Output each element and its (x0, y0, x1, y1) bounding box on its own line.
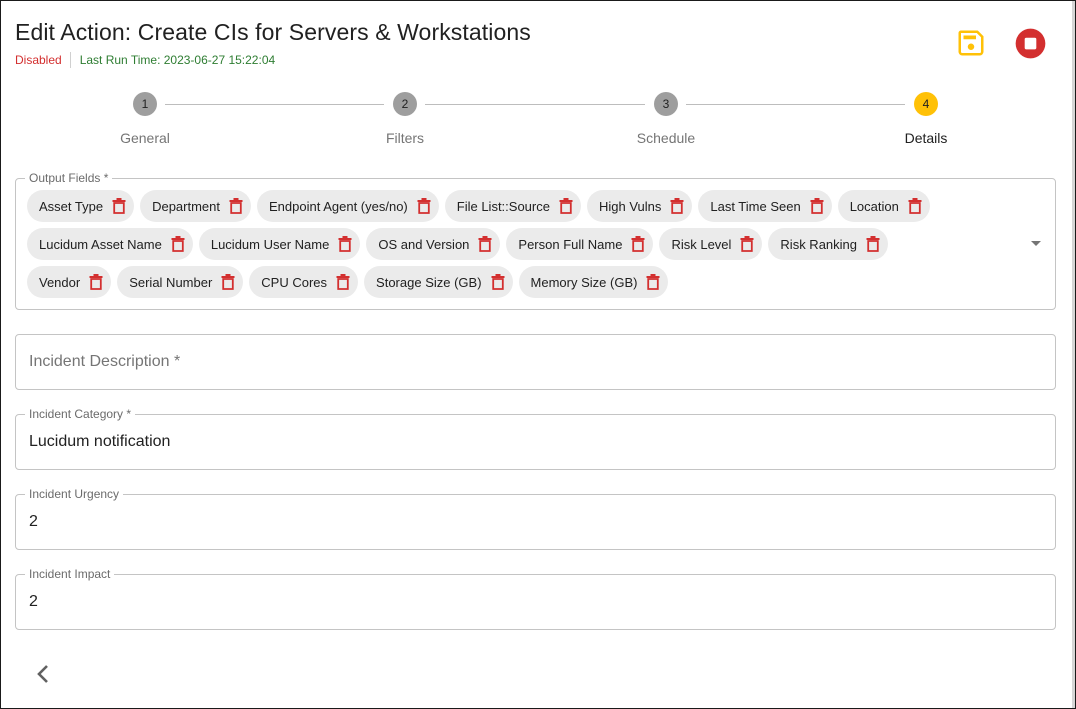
output-field-chip: OS and Version (366, 228, 501, 260)
last-run-time: Last Run Time: 2023-06-27 15:22:04 (79, 53, 276, 67)
trash-icon[interactable] (908, 198, 922, 214)
trash-icon[interactable] (740, 236, 754, 252)
output-field-chip: File List::Source (444, 190, 581, 222)
stop-button[interactable] (1015, 28, 1046, 59)
output-fields-select[interactable]: Output Fields * Asset Type Department Endp… (15, 171, 1056, 310)
output-field-chip: Last Time Seen (698, 190, 832, 222)
trash-icon[interactable] (670, 198, 684, 214)
chip-label: Lucidum User Name (210, 236, 330, 252)
output-field-chip: Memory Size (GB) (518, 266, 669, 298)
status-badge: Disabled (15, 53, 62, 67)
trash-icon[interactable] (89, 274, 103, 290)
chip-label: Storage Size (GB) (376, 274, 482, 290)
output-field-chip: Risk Level (659, 228, 763, 260)
chip-label: Department (152, 198, 220, 214)
back-button[interactable] (33, 662, 53, 686)
output-field-chip: Department (140, 190, 251, 222)
output-field-chip: Lucidum User Name (198, 228, 361, 260)
chip-label: Endpoint Agent (yes/no) (269, 198, 408, 214)
dropdown-arrow-icon[interactable] (1031, 241, 1041, 246)
status-line: Disabled Last Run Time: 2023-06-27 15:22… (15, 52, 275, 68)
chip-label: Person Full Name (518, 236, 623, 252)
trash-icon[interactable] (336, 274, 350, 290)
incident-urgency-field[interactable]: Incident Urgency 2 (15, 487, 1056, 550)
trash-icon[interactable] (338, 236, 352, 252)
incident-description-field[interactable]: Incident Description * (15, 334, 1056, 390)
incident-category-value: Lucidum notification (29, 433, 171, 450)
chip-label: Asset Type (39, 198, 104, 214)
save-button[interactable] (956, 28, 986, 58)
chip-label: CPU Cores (261, 274, 328, 290)
output-field-chip: Storage Size (GB) (364, 266, 513, 298)
output-field-chip: Location (837, 190, 930, 222)
trash-icon[interactable] (112, 198, 126, 214)
chip-label: Memory Size (GB) (530, 274, 638, 290)
chip-label: High Vulns (598, 198, 662, 214)
output-field-chip: High Vulns (586, 190, 693, 222)
chip-label: Location (849, 198, 899, 214)
chip-label: Serial Number (129, 274, 213, 290)
output-field-chip: Asset Type (27, 190, 135, 222)
divider (69, 52, 71, 68)
step-label: Schedule (636, 130, 696, 146)
stepper: 1 General 2 Filters 3 Schedule 4 Details (0, 92, 1076, 162)
chip-list: Asset Type Department Endpoint Agent (yes/… (27, 190, 1007, 304)
chip-label: Vendor (39, 274, 81, 290)
chip-label: File List::Source (456, 198, 550, 214)
incident-urgency-value: 2 (29, 513, 38, 530)
trash-icon[interactable] (478, 236, 492, 252)
incident-urgency-label: Incident Urgency (25, 487, 124, 501)
step-number: 3 (654, 92, 678, 116)
step-label: Details (904, 130, 948, 146)
output-field-chip: CPU Cores (249, 266, 359, 298)
chip-label: Lucidum Asset Name (39, 236, 162, 252)
output-field-chip: Risk Ranking (768, 228, 889, 260)
incident-description-placeholder: Incident Description * (29, 353, 181, 370)
chevron-left-icon (37, 665, 48, 683)
trash-icon[interactable] (866, 236, 880, 252)
output-field-chip: Person Full Name (506, 228, 654, 260)
output-field-chip: Serial Number (117, 266, 244, 298)
output-field-chip: Endpoint Agent (yes/no) (257, 190, 439, 222)
incident-impact-field[interactable]: Incident Impact 2 (15, 567, 1056, 630)
chip-label: OS and Version (378, 236, 470, 252)
chip-label: Last Time Seen (710, 198, 801, 214)
incident-category-label: Incident Category * (25, 407, 136, 421)
step-number: 1 (133, 92, 157, 116)
trash-icon[interactable] (810, 198, 824, 214)
trash-icon[interactable] (559, 198, 573, 214)
output-field-chip: Vendor (27, 266, 112, 298)
step-label: Filters (385, 130, 425, 146)
chip-label: Risk Level (671, 236, 732, 252)
step-details[interactable]: 4 Details (826, 92, 1026, 146)
trash-icon[interactable] (646, 274, 660, 290)
chip-label: Risk Ranking (780, 236, 858, 252)
trash-icon[interactable] (417, 198, 431, 214)
stop-circle-icon (1015, 28, 1046, 59)
step-schedule[interactable]: 3 Schedule (566, 92, 766, 146)
step-number: 4 (914, 92, 938, 116)
incident-impact-label: Incident Impact (25, 567, 115, 581)
step-filters[interactable]: 2 Filters (305, 92, 505, 146)
output-fields-label: Output Fields * (25, 171, 113, 185)
trash-icon[interactable] (491, 274, 505, 290)
step-general[interactable]: 1 General (45, 92, 245, 146)
incident-impact-value: 2 (29, 593, 38, 610)
incident-category-field[interactable]: Incident Category * Lucidum notification (15, 407, 1056, 470)
page-title: Edit Action: Create CIs for Servers & Wo… (15, 19, 531, 45)
step-label: General (120, 130, 170, 146)
trash-icon[interactable] (221, 274, 235, 290)
step-number: 2 (393, 92, 417, 116)
floppy-disk-icon (958, 30, 984, 56)
output-field-chip: Lucidum Asset Name (27, 228, 193, 260)
trash-icon[interactable] (631, 236, 645, 252)
trash-icon[interactable] (229, 198, 243, 214)
trash-icon[interactable] (171, 236, 185, 252)
